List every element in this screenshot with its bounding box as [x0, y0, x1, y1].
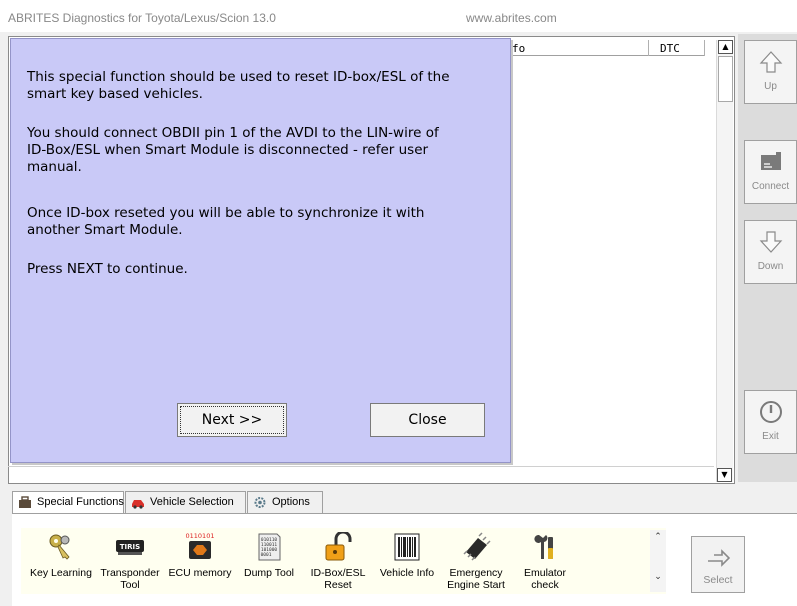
arrow-down-icon	[759, 231, 782, 253]
function-vehicle-info[interactable]: Vehicle Info	[374, 528, 440, 594]
arrow-right-icon	[708, 549, 730, 567]
function-label: Transponder Tool	[100, 567, 160, 591]
dialog-paragraph-connection: You should connect OBDII pin 1 of the AV…	[27, 125, 439, 176]
function-label: ECU memory	[168, 567, 232, 579]
car-icon	[132, 500, 144, 509]
transponder-icon: TIRIS	[116, 540, 144, 555]
scroll-thumb[interactable]	[718, 56, 733, 102]
padlock-icon	[325, 532, 352, 561]
list-vertical-scrollbar[interactable]: ▲	[716, 40, 733, 482]
select-button[interactable]: Select	[691, 536, 745, 593]
chevron-down-icon[interactable]: ⌄	[650, 572, 666, 582]
function-label: ID-Box/ESL Reset	[310, 567, 366, 591]
dialog-line: smart key based vehicles.	[27, 86, 203, 102]
dialog-line: Press NEXT to continue.	[27, 261, 188, 277]
chip-icon	[463, 532, 491, 561]
barcode-icon	[394, 533, 420, 561]
up-label: Up	[764, 81, 777, 92]
connect-device-icon	[760, 152, 781, 170]
tab-special-functions[interactable]: Special Functions	[12, 491, 124, 515]
function-label: Dump Tool	[244, 567, 294, 579]
column-dtc-header[interactable]: DTC	[660, 42, 680, 55]
tab-vehicle-selection[interactable]: Vehicle Selection	[125, 491, 246, 513]
dialog-paragraph-sync: Once ID-box reseted you will be able to …	[27, 205, 424, 239]
function-label: Key Learning	[30, 567, 92, 579]
gear-icon	[254, 497, 266, 508]
function-label: Vehicle Info	[379, 567, 435, 579]
close-button[interactable]: Close	[370, 403, 485, 437]
tab-label: Vehicle Selection	[150, 496, 234, 508]
arrow-up-icon	[759, 51, 782, 73]
connect-button[interactable]: Connect	[744, 140, 797, 204]
down-label: Down	[757, 261, 784, 272]
svg-text:0110101: 0110101	[186, 532, 215, 540]
function-label: Emulator check	[523, 567, 566, 591]
up-button[interactable]: Up	[744, 40, 797, 104]
toolbox-icon	[19, 496, 31, 508]
title-bar: ABRITES Diagnostics for Toyota/Lexus/Sci…	[0, 0, 797, 32]
dialog-paragraph-continue: Press NEXT to continue.	[27, 261, 188, 278]
reset-id-box-dialog: This special function should be used to …	[10, 38, 511, 463]
function-id-box-esl-reset[interactable]: ID-Box/ESL Reset	[305, 528, 371, 594]
function-emulator-check[interactable]: Emulator check	[512, 528, 578, 594]
function-dump-tool[interactable]: 010110 110011 101000 0001 Dump Tool	[236, 528, 302, 594]
dump-tool-icon: 010110 110011 101000 0001	[258, 533, 281, 561]
exit-label: Exit	[762, 431, 779, 442]
function-emergency-engine-start[interactable]: Emergency Engine Start	[443, 528, 509, 594]
next-button[interactable]: Next >>	[177, 403, 287, 437]
tools-icon	[534, 534, 553, 559]
chevron-up-icon[interactable]: ⌃	[650, 532, 666, 542]
tab-label: Special Functions	[37, 496, 124, 508]
connect-label: Connect	[751, 181, 790, 192]
svg-text:TIRIS: TIRIS	[120, 543, 140, 551]
dialog-line: Once ID-box reseted you will be able to …	[27, 205, 425, 221]
scroll-up-arrow-icon[interactable]: ▲	[718, 40, 733, 54]
tab-label: Options	[272, 496, 310, 508]
select-label: Select	[703, 574, 733, 586]
dialog-line: You should connect OBDII pin 1 of the AV…	[27, 125, 439, 141]
function-label: Emergency Engine Start	[447, 567, 505, 591]
function-transponder-tool[interactable]: TIRIS Transponder Tool	[97, 528, 163, 594]
dialog-line: This special function should be used to …	[27, 69, 450, 85]
dialog-line: ID-Box/ESL when Smart Module is disconne…	[27, 142, 429, 158]
function-ecu-memory[interactable]: 0110101 ECU memory	[167, 528, 233, 594]
list-header: fo DTC	[504, 40, 705, 56]
tab-options[interactable]: Options	[247, 491, 323, 513]
down-button[interactable]: Down	[744, 220, 797, 284]
svg-text:0001: 0001	[261, 552, 272, 558]
app-title: ABRITES Diagnostics for Toyota/Lexus/Sci…	[8, 11, 276, 25]
ecu-memory-icon: 0110101	[186, 532, 215, 559]
function-key-learning[interactable]: Key Learning	[28, 528, 94, 594]
list-horizontal-scrollbar[interactable]	[8, 466, 714, 483]
scroll-down-arrow-icon[interactable]: ▼	[717, 468, 732, 482]
column-info-header[interactable]: fo	[512, 42, 525, 55]
navigation-panel: Up Connect Down Exit	[738, 34, 797, 482]
keys-icon	[49, 534, 70, 560]
exit-button[interactable]: Exit	[744, 390, 797, 454]
dialog-line: manual.	[27, 159, 82, 175]
column-divider[interactable]	[648, 40, 649, 56]
power-icon	[759, 401, 782, 423]
functions-scrollbar[interactable]: ⌃ ⌄	[650, 530, 666, 592]
dialog-paragraph-intro: This special function should be used to …	[27, 69, 450, 103]
column-divider[interactable]	[704, 40, 705, 56]
dialog-line: another Smart Module.	[27, 222, 183, 238]
website-url: www.abrites.com	[466, 11, 557, 25]
